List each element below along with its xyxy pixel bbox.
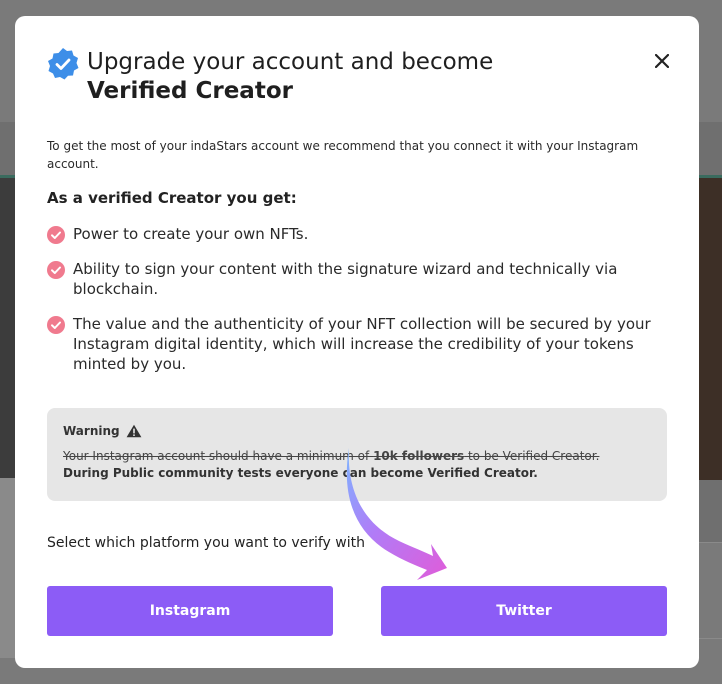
check-circle-icon: [47, 226, 65, 244]
intro-text: To get the most of your indaStars accoun…: [47, 139, 639, 171]
list-item: The value and the authenticity of your N…: [47, 314, 667, 374]
twitter-button[interactable]: Twitter: [381, 586, 667, 636]
warning-requirement-text: Your Instagram account should have a min…: [63, 448, 651, 465]
select-platform-label: Select which platform you want to verify…: [47, 535, 365, 551]
instagram-button[interactable]: Instagram: [47, 586, 333, 636]
verified-badge-icon: [48, 48, 79, 80]
background-card-right: [698, 175, 722, 480]
benefits-heading: As a verified Creator you get:: [47, 189, 297, 207]
list-item: Ability to sign your content with the si…: [47, 259, 667, 299]
modal-title-line2: Verified Creator: [87, 78, 293, 104]
benefit-text: Power to create your own NFTs.: [73, 225, 309, 243]
check-circle-icon: [47, 261, 65, 279]
close-icon: [655, 54, 669, 68]
warning-strike-bold: 10k followers: [373, 449, 465, 463]
warning-strike-pre: Your Instagram account should have a min…: [63, 449, 374, 463]
modal-title-line1: Upgrade your account and become: [87, 49, 494, 75]
modal-title: Upgrade your account and become Verified…: [87, 48, 607, 106]
benefit-text: Ability to sign your content with the si…: [73, 260, 618, 298]
verify-creator-modal: Upgrade your account and become Verified…: [15, 16, 699, 668]
background-card-left: [0, 175, 16, 658]
warning-box: Warning Your Instagram account should ha…: [47, 408, 667, 501]
close-button[interactable]: [651, 50, 673, 72]
check-circle-icon: [47, 316, 65, 334]
list-item: Power to create your own NFTs.: [47, 224, 667, 244]
warning-triangle-icon: [126, 424, 142, 438]
benefits-list: Power to create your own NFTs. Ability t…: [47, 224, 667, 389]
warning-note: During Public community tests everyone c…: [63, 466, 538, 480]
warning-strike-post: to be Verified Creator.: [464, 449, 600, 463]
benefit-text: The value and the authenticity of your N…: [73, 315, 651, 373]
warning-header: Warning: [63, 424, 651, 438]
warning-label: Warning: [63, 424, 120, 438]
